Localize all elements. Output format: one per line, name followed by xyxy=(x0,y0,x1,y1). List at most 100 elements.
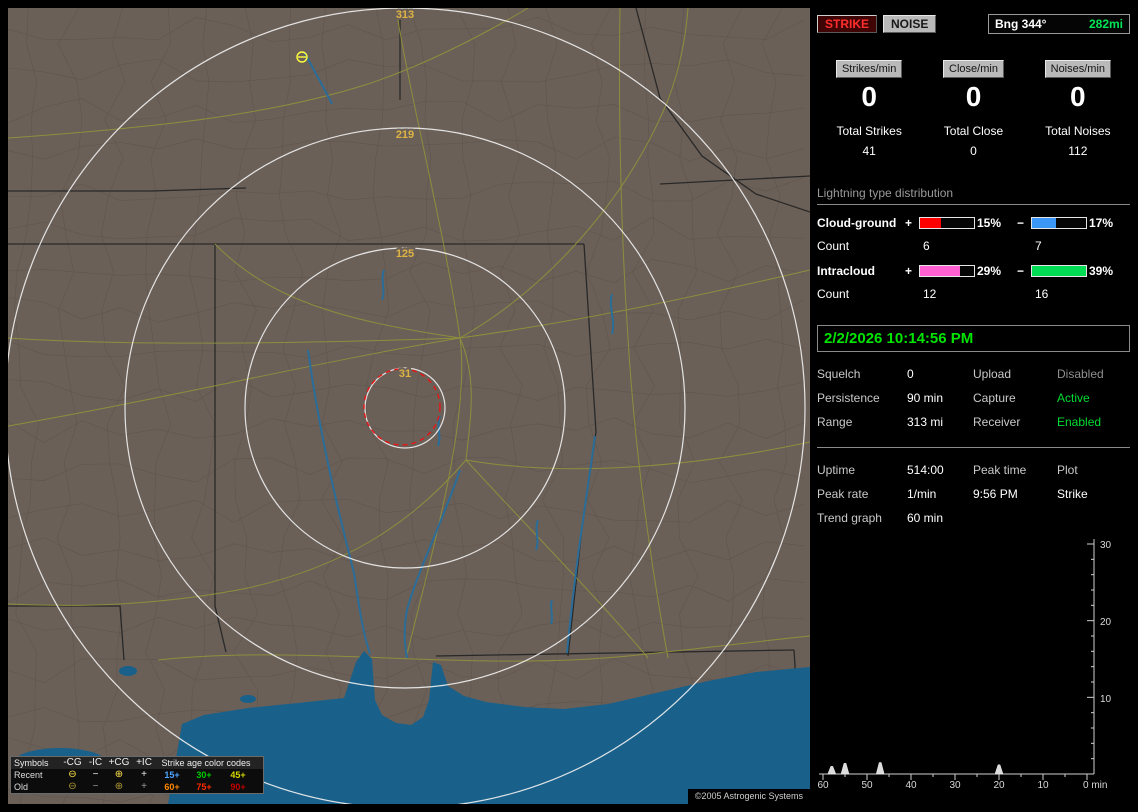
uptime-value: 514:00 xyxy=(907,463,944,477)
receiver-value: Enabled xyxy=(1057,415,1102,429)
x-tick-label: 50 xyxy=(861,780,873,791)
noise-mode-button[interactable]: NOISE xyxy=(883,15,937,33)
rate-spike xyxy=(827,766,837,775)
age-code-30: 30+ xyxy=(196,770,212,780)
distribution-title: Lightning type distribution xyxy=(817,186,1130,205)
legend-col-pos-ic: +IC xyxy=(136,757,152,768)
clock-box: 2/2/2026 10:14:56 PM xyxy=(817,325,1130,352)
total-values: 41 0 112 xyxy=(817,144,1130,158)
minus-sign: − xyxy=(1017,216,1025,230)
map-canvas: 313 219 125 31 xyxy=(8,8,810,804)
stats-row-peak-rate: Peak rate 1/min 9:56 PM Strike xyxy=(817,487,1130,501)
legend-age-header: Strike age color codes xyxy=(161,758,251,768)
sidebar: STRIKE NOISE Bng 344° 282mi Strikes/min … xyxy=(817,8,1130,804)
total-close-label: Total Close xyxy=(943,124,1004,138)
strikes-per-min-button[interactable]: Strikes/min xyxy=(835,60,903,78)
x-tick-label: 10 xyxy=(1037,780,1049,791)
age-code-75: 75+ xyxy=(196,782,212,792)
peak-time-value: 9:56 PM xyxy=(973,487,1018,501)
strike-rate-spikes xyxy=(827,762,1004,775)
count-label: Count xyxy=(817,239,850,253)
legend-row-recent: Recent xyxy=(14,770,43,780)
peak-time-label: Peak time xyxy=(973,463,1027,477)
cg-minus-bar xyxy=(1031,217,1087,229)
capture-label: Capture xyxy=(973,391,1016,405)
rate-spike xyxy=(840,763,850,775)
trend-graph: 30 20 10 60 50 40 30 20 10 0 min xyxy=(817,539,1112,791)
cg-plus-pct: 15% xyxy=(977,216,1002,230)
y-tick-20: 20 xyxy=(1100,617,1112,628)
status-row-persistence: Persistence 90 min Capture Active xyxy=(817,391,1130,405)
pos-cg-recent-icon: ⊕ xyxy=(114,769,124,780)
cg-minus-bar-fill xyxy=(1032,218,1056,228)
divider xyxy=(817,447,1130,448)
ic-plus-bar-fill xyxy=(920,266,960,276)
peak-rate-label: Peak rate xyxy=(817,487,869,501)
datetime-display: 2/2/2026 10:14:56 PM xyxy=(824,330,974,347)
ic-plus-pct: 29% xyxy=(977,264,1002,278)
cg-plus-bar xyxy=(919,217,975,229)
trend-graph-label: Trend graph xyxy=(817,511,882,525)
cg-minus-pct: 17% xyxy=(1089,216,1114,230)
y-tick-30: 30 xyxy=(1100,540,1112,551)
cg-plus-bar-fill xyxy=(920,218,941,228)
upload-label: Upload xyxy=(973,367,1012,381)
legend-row-old: Old xyxy=(14,782,29,792)
trend-graph-row: Trend graph 60 min xyxy=(817,511,1130,525)
intracloud-count-row: Count 12 16 xyxy=(817,287,1130,301)
neg-ic-recent-icon: − xyxy=(92,769,99,780)
plot-column-label: Plot xyxy=(1057,463,1078,477)
status-row-squelch: Squelch 0 Upload Disabled xyxy=(817,367,1130,381)
copyright: ©2005 Astrogenic Systems xyxy=(687,789,810,804)
strike-mode-button[interactable]: STRIKE xyxy=(817,15,878,33)
intracloud-row: Intracloud + 29% − 39% xyxy=(817,264,1130,278)
total-noises-label: Total Noises xyxy=(1045,124,1111,138)
total-strikes-value: 41 xyxy=(862,144,876,158)
minus-sign: − xyxy=(1017,264,1025,278)
close-per-min-button[interactable]: Close/min xyxy=(943,60,1004,78)
cloud-ground-row: Cloud-ground + 15% − 17% xyxy=(817,216,1130,230)
status-row-range: Range 313 mi Receiver Enabled xyxy=(817,415,1130,429)
map-view[interactable]: 313 219 125 31 Symbols -CG -IC +CG +IC S… xyxy=(8,8,810,804)
map-legend: Symbols -CG -IC +CG +IC Strike age color… xyxy=(10,756,264,794)
close-per-min-value: 0 xyxy=(965,81,982,112)
noises-per-min-button[interactable]: Noises/min xyxy=(1044,60,1112,78)
upload-value: Disabled xyxy=(1057,367,1104,381)
total-noises-value: 112 xyxy=(1068,144,1088,158)
ic-minus-bar xyxy=(1031,265,1087,277)
plot-mode-value: Strike xyxy=(1057,487,1088,501)
plus-sign: + xyxy=(905,216,913,230)
x-tick-label: 0 min xyxy=(1083,780,1107,791)
uptime-label: Uptime xyxy=(817,463,856,477)
ic-plus-count: 12 xyxy=(923,287,937,301)
age-code-45: 45+ xyxy=(230,770,246,780)
legend-symbols-header: Symbols xyxy=(14,758,49,768)
noises-per-min-value: 0 xyxy=(1070,81,1086,112)
squelch-value: 0 xyxy=(907,367,914,381)
ring-label-313: 313 xyxy=(396,9,414,21)
persistence-label: Persistence xyxy=(817,391,880,405)
trend-y-labels: 30 20 10 xyxy=(1100,540,1112,705)
persistence-value: 90 min xyxy=(907,391,944,405)
total-close-value: 0 xyxy=(970,144,977,158)
trend-x-labels: 60 50 40 30 20 10 0 min xyxy=(817,780,1107,791)
strikes-per-min-value: 0 xyxy=(861,81,877,112)
cg-plus-count: 6 xyxy=(923,239,930,253)
pos-cg-old-icon: ⊕ xyxy=(114,781,124,792)
y-tick-10: 10 xyxy=(1100,694,1112,705)
ic-plus-bar xyxy=(919,265,975,277)
peak-rate-value: 1/min xyxy=(907,487,937,501)
total-strikes-label: Total Strikes xyxy=(836,124,902,138)
legend-col-neg-ic: -IC xyxy=(88,757,103,768)
trend-graph-window: 60 min xyxy=(907,511,944,525)
x-tick-label: 30 xyxy=(949,780,961,791)
ring-label-125: 125 xyxy=(396,248,414,260)
ring-label-31: 31 xyxy=(399,368,411,380)
capture-value: Active xyxy=(1057,391,1090,405)
neg-cg-recent-icon: ⊖ xyxy=(68,769,77,780)
cloud-ground-label: Cloud-ground xyxy=(817,216,897,230)
x-tick-label: 60 xyxy=(817,780,829,791)
trend-tick-marks xyxy=(822,543,1094,780)
neg-ic-old-icon: − xyxy=(92,781,99,792)
total-labels: Total Strikes Total Close Total Noises xyxy=(817,124,1130,138)
